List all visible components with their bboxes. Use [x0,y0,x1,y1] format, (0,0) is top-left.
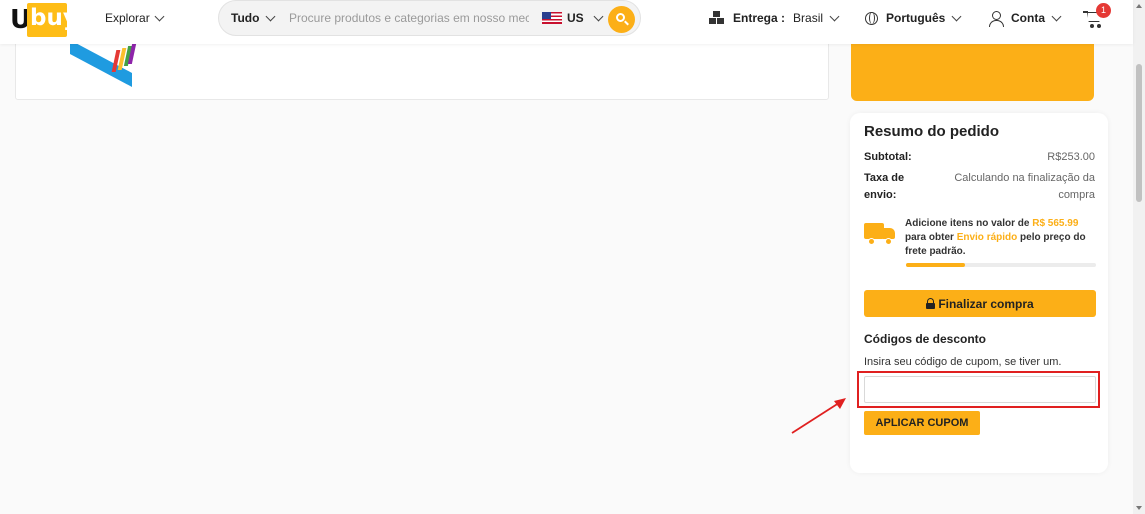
country-code: US [567,11,584,25]
shipping-value-line2: compra [1058,189,1095,201]
explore-label: Explorar [105,11,150,25]
chevron-down-icon [154,11,165,21]
discount-codes-help: Insira seu código de cupom, se tiver um. [864,356,1062,368]
explore-menu[interactable]: Explorar [105,11,165,25]
search-category-label: Tudo [231,11,260,25]
account-label: Conta [1011,11,1045,25]
country-select[interactable]: US [542,11,604,25]
product-image[interactable] [70,40,140,87]
promo-banner [851,44,1094,101]
scroll-up-icon[interactable] [1136,4,1142,8]
globe-icon [865,11,878,25]
shipping-label-line1: Taxa de [864,172,905,184]
user-icon [989,11,1004,27]
lock-icon [926,298,936,309]
search-category-select[interactable]: Tudo [231,11,276,25]
scroll-down-icon[interactable] [1136,506,1142,510]
search-button[interactable] [608,6,635,33]
fast-shipping-label: Envio rápido [956,232,1018,243]
shipping-label-line2: envio: [864,189,897,201]
checkout-label: Finalizar compra [938,296,1034,311]
delivery-selector[interactable]: Entrega : Brasil [709,11,840,25]
search-input[interactable]: Procure produtos e categorias em nosso m… [289,11,529,25]
ubuy-logo[interactable]: U buy [10,3,78,37]
order-summary-title: Resumo do pedido [864,123,999,140]
shipping-value-line1: Calculando na finalização da [954,172,1095,184]
language-label: Português [886,11,946,25]
chevron-down-icon [951,11,962,21]
order-summary-panel: Resumo do pedido Subtotal: R$253.00 Taxa… [850,113,1108,473]
top-header: U buy Explorar Tudo Procure produtos e c… [0,0,1133,44]
chevron-down-icon [593,11,604,21]
subtotal-value: R$253.00 [1047,151,1095,163]
shipping-progress-fill [906,263,965,267]
checkout-button[interactable]: Finalizar compra [864,290,1096,317]
account-menu[interactable]: Conta [989,11,1062,27]
cart-count-badge: 1 [1096,3,1111,18]
search-bar: Tudo Procure produtos e categorias em no… [218,0,641,36]
subtotal-label: Subtotal: [864,151,912,163]
chevron-down-icon [829,11,840,21]
page-scrollbar[interactable] [1133,0,1145,514]
delivery-truck-icon [864,221,896,247]
apply-coupon-button[interactable]: APLICAR CUPOM [864,411,980,435]
threshold-amount: R$ 565.99 [1032,218,1079,229]
us-flag-icon [542,12,562,24]
chevron-down-icon [265,11,276,21]
annotation-arrow-icon [791,398,846,434]
chevron-down-icon [1051,11,1062,21]
language-selector[interactable]: Português [865,11,962,25]
discount-codes-title: Códigos de desconto [864,332,987,346]
boxes-icon [709,11,725,25]
scrollbar-thumb[interactable] [1136,64,1142,202]
highlight-box [857,371,1100,408]
delivery-label: Entrega : [733,11,786,25]
shipping-progress-bar [906,263,1096,267]
fast-shipping-text: Adicione itens no valor de R$ 565.99 par… [905,218,1086,257]
delivery-country: Brasil [793,11,824,25]
